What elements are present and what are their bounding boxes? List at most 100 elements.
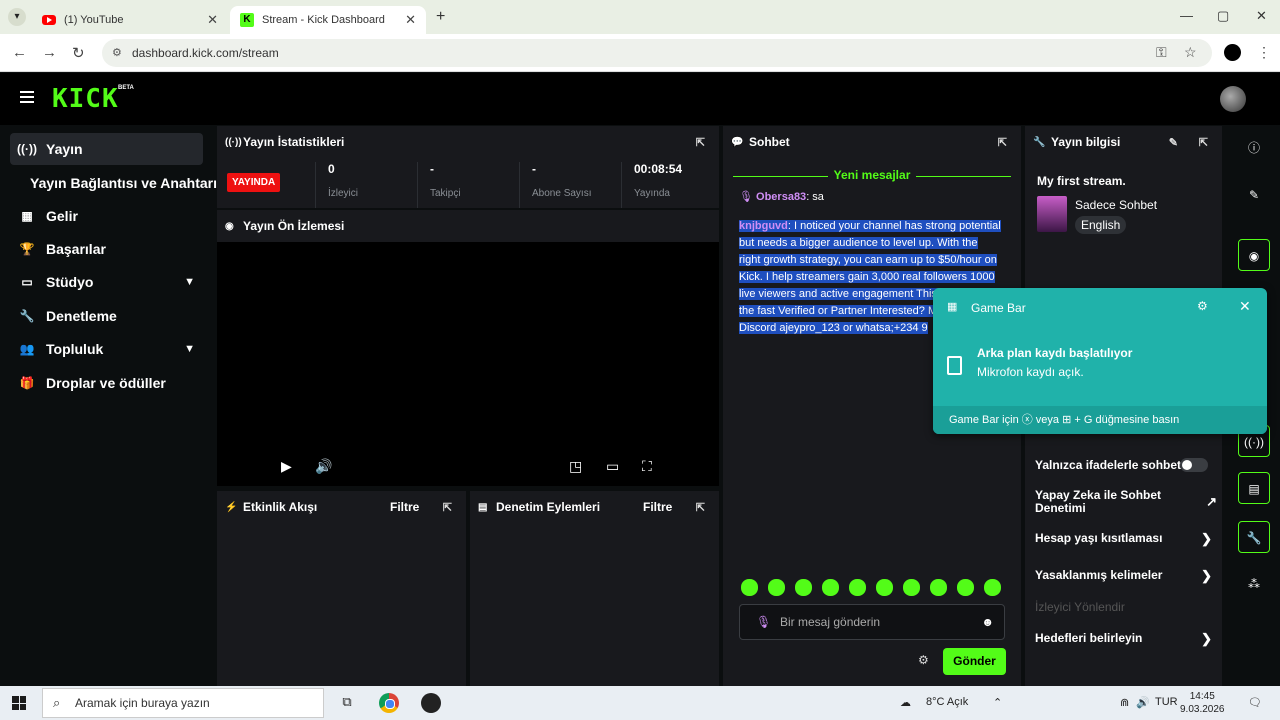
forward-icon[interactable]: →: [42, 44, 57, 61]
gamebar-icon: ▦: [947, 301, 958, 313]
pip-icon[interactable]: ◳: [569, 458, 582, 475]
maximize-icon[interactable]: ▢: [1217, 8, 1229, 24]
sidebar-item-moderation[interactable]: 🔧 Denetleme: [10, 300, 203, 332]
info-icon[interactable]: ⓘ: [1238, 132, 1270, 164]
taskbar-search-input[interactable]: ⌕ Aramak için buraya yazın: [42, 688, 324, 718]
stat-label: Abone Sayısı: [532, 188, 592, 199]
windows-start-icon[interactable]: [12, 696, 26, 710]
settings-gear-icon[interactable]: ⚙: [1197, 299, 1208, 313]
address-bar[interactable]: ⚙ dashboard.kick.com/stream: [102, 39, 1212, 67]
close-icon[interactable]: ✕: [405, 12, 416, 28]
chat-message-input[interactable]: 🎙 Bir mesaj gönderin ☻: [739, 604, 1005, 640]
fullscreen-icon[interactable]: ⛶: [642, 458, 652, 475]
chat-placeholder: Bir mesaj gönderin: [780, 615, 881, 629]
hamburger-menu-icon[interactable]: [20, 91, 34, 103]
layout-icon[interactable]: ▤: [1238, 472, 1270, 504]
emote-icon[interactable]: [957, 579, 974, 596]
chevron-right-icon: ❯: [1201, 568, 1212, 583]
menu-dots-icon[interactable]: ⋮: [1257, 44, 1271, 61]
edit-pencil-icon[interactable]: ✎: [1169, 136, 1178, 149]
filter-button[interactable]: Filtre: [390, 500, 419, 514]
banned-words-setting[interactable]: Yasaklanmış kelimeler ❯: [1035, 568, 1214, 583]
filter-button[interactable]: Filtre: [643, 500, 672, 514]
new-messages-divider[interactable]: Yeni mesajlar: [733, 168, 1011, 184]
weather-icon[interactable]: ☁: [900, 696, 911, 709]
wrench-icon[interactable]: 🔧: [1238, 521, 1270, 553]
sidebar-item-stream[interactable]: ((·)) Yayın: [10, 133, 203, 165]
tab-search-icon[interactable]: ▾: [8, 8, 26, 26]
minimize-icon[interactable]: —: [1180, 8, 1193, 23]
new-tab-icon[interactable]: +: [436, 8, 445, 26]
task-view-icon[interactable]: ⧉: [337, 694, 357, 712]
sidebar-item-stream-key[interactable]: Yayın Bağlantısı ve Anahtarı: [30, 175, 217, 191]
profile-avatar[interactable]: [1224, 44, 1241, 61]
emote-icon[interactable]: [876, 579, 893, 596]
toast-body: Mikrofon kaydı açık.: [977, 365, 1084, 379]
stat-viewers: 0 İzleyici: [315, 162, 415, 208]
reload-icon[interactable]: ↻: [72, 44, 85, 62]
tab-youtube[interactable]: (1) YouTube ✕: [32, 6, 228, 34]
user-avatar[interactable]: [1220, 86, 1246, 112]
obs-icon[interactable]: [421, 693, 441, 713]
network-icon[interactable]: ⋒: [1120, 696, 1129, 709]
weather-text[interactable]: 8°C Açık: [926, 696, 968, 708]
sidebar-item-studio[interactable]: ▭ Stüdyo ▼: [10, 266, 203, 298]
site-info-icon[interactable]: ⚙: [112, 39, 122, 67]
emote-icon[interactable]: [795, 579, 812, 596]
popout-icon[interactable]: ⇱: [443, 501, 452, 514]
language-indicator[interactable]: TUR: [1155, 696, 1178, 708]
external-link-icon[interactable]: ↗: [1206, 495, 1217, 508]
emote-icon[interactable]: [741, 579, 758, 596]
tab-kick-dashboard[interactable]: K Stream - Kick Dashboard ✕: [230, 6, 426, 34]
taskbar-clock[interactable]: 14:45 9.03.2026: [1180, 690, 1225, 716]
tray-chevron-icon[interactable]: ⌃: [993, 696, 1002, 709]
tab-title: (1) YouTube: [64, 14, 124, 26]
emote-icon[interactable]: [903, 579, 920, 596]
emote-icon[interactable]: [849, 579, 866, 596]
chat-message: 🎙 Obersa83: sa: [739, 190, 824, 203]
emote-only-toggle[interactable]: [1180, 458, 1208, 472]
ai-moderation-setting[interactable]: Yapay Zeka ile Sohbet Denetimi ↗: [1035, 489, 1217, 515]
toast-footer: Game Bar için ⓧ veya ⊞ + G düğmesine bas…: [933, 406, 1267, 434]
video-player[interactable]: ▶ 🔊 ◳ ▭ ⛶: [217, 242, 719, 486]
back-icon[interactable]: ←: [12, 44, 27, 61]
emote-icon[interactable]: [930, 579, 947, 596]
password-key-icon[interactable]: ⚿: [1156, 44, 1167, 61]
popout-icon[interactable]: ⇱: [696, 501, 705, 514]
notification-icon[interactable]: 🗨: [1248, 696, 1262, 709]
close-icon[interactable]: ✕: [1239, 298, 1251, 315]
volume-icon[interactable]: 🔊: [315, 458, 332, 475]
pencil-icon[interactable]: ✎: [1238, 179, 1270, 211]
set-goals-setting[interactable]: Hedefleri belirleyin ❯: [1035, 631, 1214, 646]
emoji-icon[interactable]: ☻: [981, 605, 994, 639]
emote-icon[interactable]: [984, 579, 1001, 596]
volume-icon[interactable]: 🔊: [1136, 696, 1150, 709]
sidebar-item-revenue[interactable]: ▦ Gelir: [10, 200, 203, 232]
clock-time: 14:45: [1189, 691, 1215, 702]
gamebar-notification[interactable]: ▦ Game Bar ⚙ ✕ Arka plan kaydı başlatılı…: [933, 288, 1267, 434]
emote-icon[interactable]: [768, 579, 785, 596]
add-widget-icon[interactable]: ⁂: [1238, 568, 1270, 600]
chat-username[interactable]: Obersa83: [756, 191, 806, 203]
chat-username[interactable]: knjbguvd: [739, 220, 788, 232]
close-window-icon[interactable]: ✕: [1256, 8, 1267, 24]
theater-icon[interactable]: ▭: [606, 458, 619, 475]
sidebar-item-drops[interactable]: 🎁 Droplar ve ödüller: [10, 367, 203, 399]
popout-icon[interactable]: ⇱: [696, 136, 705, 149]
chrome-icon[interactable]: [379, 693, 399, 713]
tab-title: Stream - Kick Dashboard: [262, 14, 385, 26]
popout-icon[interactable]: ⇱: [1199, 136, 1208, 149]
chat-settings-icon[interactable]: ⚙: [918, 653, 929, 667]
close-icon[interactable]: ✕: [207, 12, 218, 28]
popout-icon[interactable]: ⇱: [998, 136, 1007, 149]
play-icon[interactable]: ▶: [281, 458, 292, 475]
kick-logo[interactable]: KICK: [52, 84, 119, 114]
emote-icon[interactable]: [822, 579, 839, 596]
trophy-icon: 🏆: [19, 242, 35, 256]
sidebar-item-community[interactable]: 👥 Topluluk ▼: [10, 333, 203, 365]
account-age-setting[interactable]: Hesap yaşı kısıtlaması ❯: [1035, 531, 1214, 546]
send-button[interactable]: Gönder: [943, 648, 1006, 675]
bookmark-star-icon[interactable]: ☆: [1184, 44, 1197, 61]
sidebar-item-achievements[interactable]: 🏆 Başarılar: [10, 233, 203, 265]
preview-icon[interactable]: ◉: [1238, 239, 1270, 271]
